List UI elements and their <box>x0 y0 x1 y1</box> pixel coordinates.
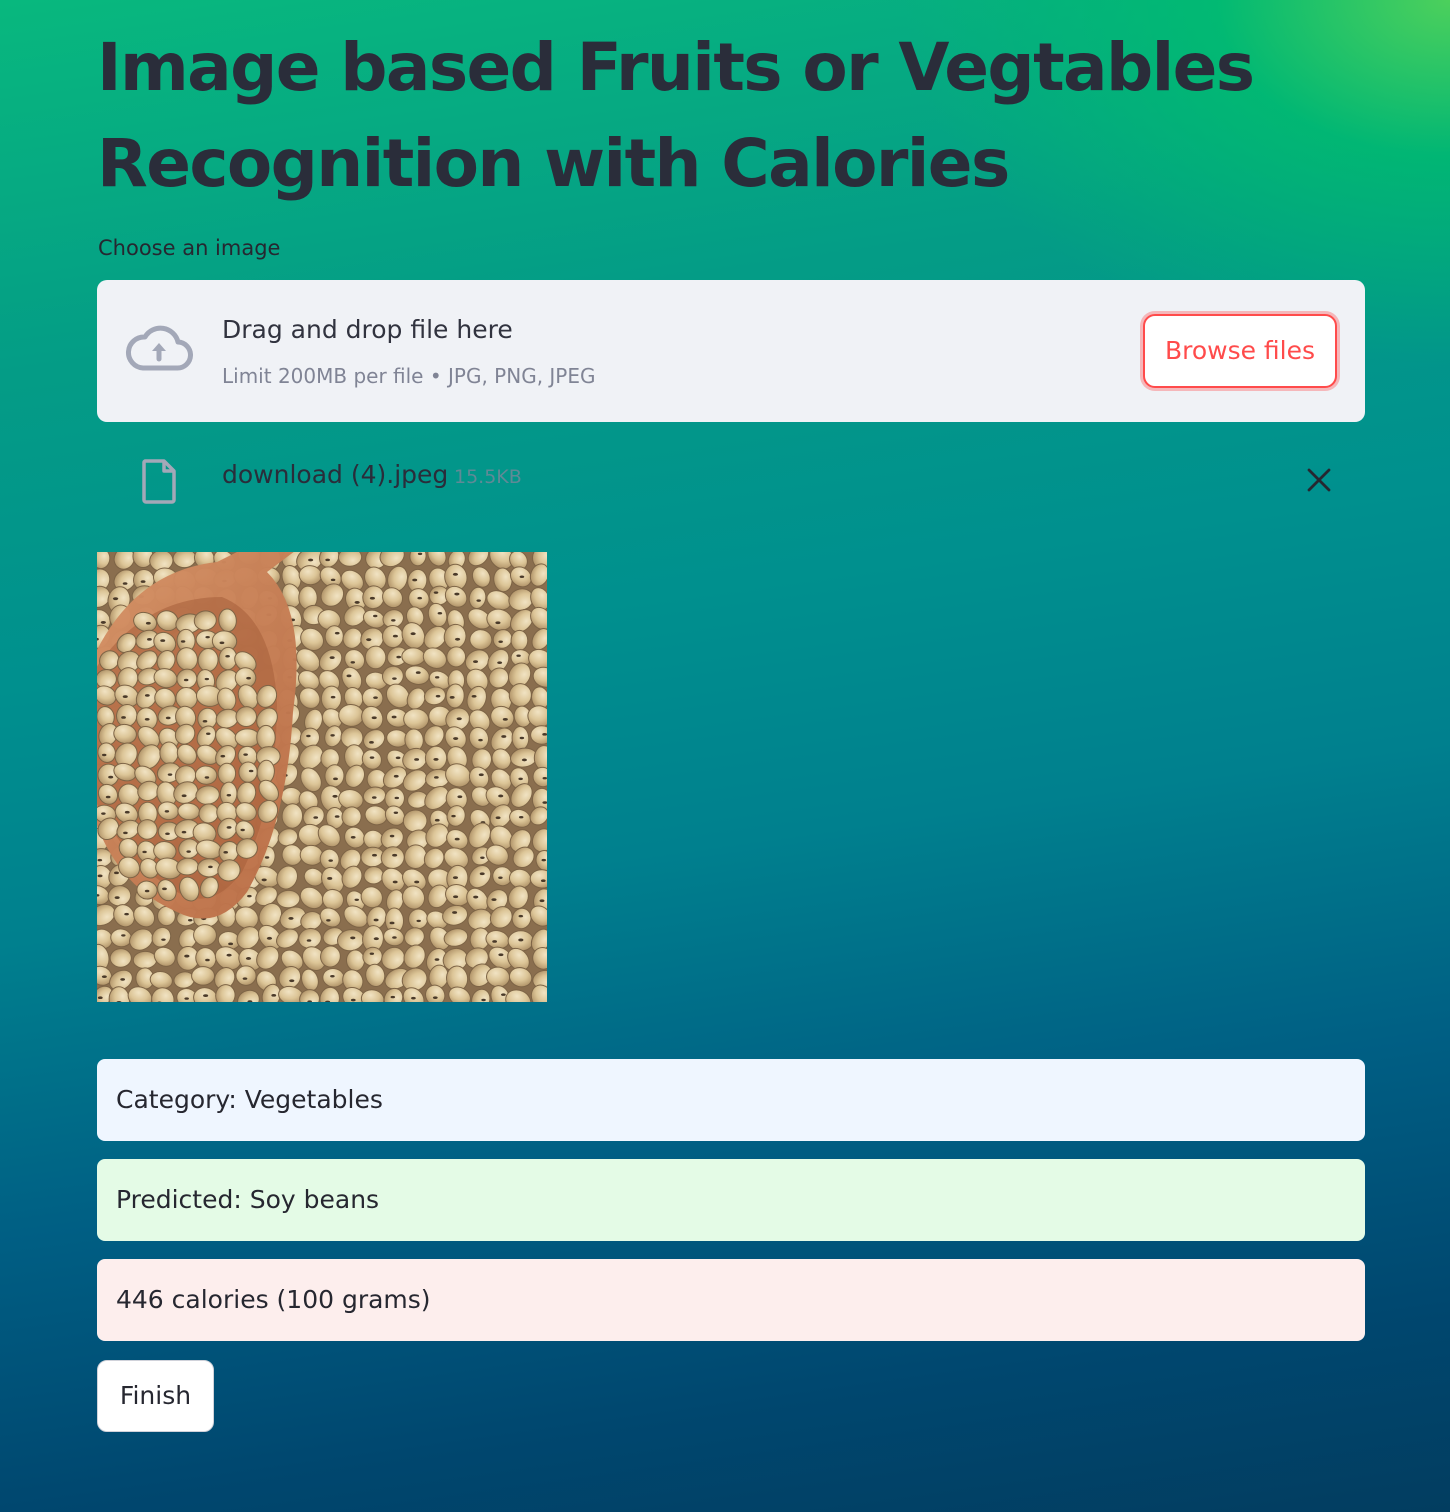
file-uploader-label: Choose an image <box>98 236 281 260</box>
uploaded-file-row: download (4).jpeg 15.5KB <box>97 440 1365 520</box>
soybean <box>507 930 534 952</box>
soybean <box>132 950 158 970</box>
soybean <box>381 624 404 649</box>
soybean <box>217 762 237 785</box>
file-icon <box>142 459 176 504</box>
prediction-success-alert: Predicted: Soy beans <box>97 1159 1365 1241</box>
soybean <box>109 948 132 968</box>
dropzone-instructions: Drag and drop file here <box>222 315 513 344</box>
calories-alert: 446 calories (100 grams) <box>97 1259 1365 1341</box>
soybean <box>235 706 257 727</box>
soybeans-photo <box>97 552 547 1002</box>
soybean <box>197 858 221 878</box>
soybean <box>320 685 342 712</box>
soybean <box>193 924 217 947</box>
soybean <box>256 724 276 750</box>
soybean <box>324 625 344 648</box>
finish-button[interactable]: Finish <box>97 1360 214 1432</box>
uploaded-image-preview <box>97 552 547 1002</box>
soybean <box>159 741 179 765</box>
uploaded-file-name: download (4).jpeg <box>222 460 449 489</box>
soybean <box>191 966 216 986</box>
soybean <box>235 965 257 986</box>
uploaded-file-size: 15.5KB <box>454 466 522 488</box>
page-title: Image based Fruits or Vegtables Recognit… <box>97 29 1255 202</box>
dropzone-limit-hint: Limit 200MB per file • JPG, PNG, JPEG <box>222 364 596 388</box>
soybean <box>238 761 258 783</box>
cloud-upload-icon <box>125 325 193 371</box>
category-info-alert: Category: Vegetables <box>97 1059 1365 1141</box>
file-dropzone[interactable]: Drag and drop file here Limit 200MB per … <box>97 280 1365 422</box>
soybean <box>469 629 493 651</box>
close-icon[interactable] <box>1301 462 1337 498</box>
soybean <box>364 645 387 670</box>
soybean <box>510 629 529 652</box>
soybean <box>194 765 218 785</box>
soybean <box>511 726 530 751</box>
browse-files-button[interactable]: Browse files <box>1143 314 1337 388</box>
